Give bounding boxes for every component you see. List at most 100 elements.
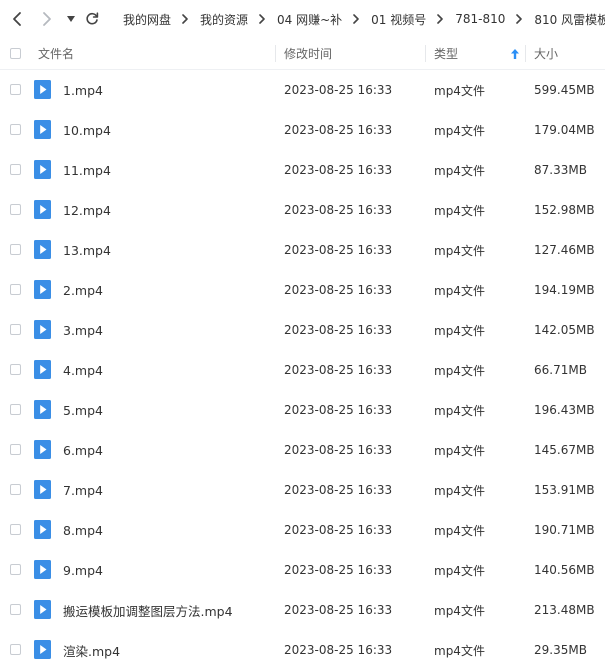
row-checkbox[interactable] bbox=[10, 484, 21, 495]
video-file-icon bbox=[34, 320, 51, 339]
table-row[interactable]: 7.mp4 2023-08-25 16:33 mp4文件 153.91MB bbox=[0, 470, 605, 510]
file-name[interactable]: 13.mp4 bbox=[63, 230, 111, 270]
table-row[interactable]: 2.mp4 2023-08-25 16:33 mp4文件 194.19MB bbox=[0, 270, 605, 310]
file-modified-time: 2023-08-25 16:33 bbox=[284, 323, 393, 337]
row-checkbox[interactable] bbox=[10, 524, 21, 535]
file-name[interactable]: 3.mp4 bbox=[63, 310, 103, 350]
file-modified-time: 2023-08-25 16:33 bbox=[284, 563, 393, 577]
breadcrumb-item[interactable]: 781-810 bbox=[443, 12, 505, 26]
breadcrumb-item[interactable]: 810 风雷模板+脚本 bbox=[522, 11, 605, 28]
row-checkbox[interactable] bbox=[10, 84, 21, 95]
table-row[interactable]: 5.mp4 2023-08-25 16:33 mp4文件 196.43MB bbox=[0, 390, 605, 430]
file-modified-time: 2023-08-25 16:33 bbox=[284, 603, 393, 617]
row-checkbox[interactable] bbox=[10, 244, 21, 255]
table-row[interactable]: 渲染.mp4 2023-08-25 16:33 mp4文件 29.35MB bbox=[0, 630, 605, 670]
file-name[interactable]: 10.mp4 bbox=[63, 110, 111, 150]
file-size: 87.33MB bbox=[534, 163, 587, 177]
file-modified-time: 2023-08-25 16:33 bbox=[284, 443, 393, 457]
table-row[interactable]: 9.mp4 2023-08-25 16:33 mp4文件 140.56MB bbox=[0, 550, 605, 590]
breadcrumb-separator-icon bbox=[505, 14, 523, 24]
video-file-icon bbox=[34, 280, 51, 299]
file-name[interactable]: 2.mp4 bbox=[63, 270, 103, 310]
row-checkbox[interactable] bbox=[10, 204, 21, 215]
file-modified-time: 2023-08-25 16:33 bbox=[284, 403, 393, 417]
video-file-icon bbox=[34, 120, 51, 139]
sort-ascending-icon[interactable] bbox=[511, 38, 519, 69]
video-file-icon bbox=[34, 560, 51, 579]
file-size: 213.48MB bbox=[534, 603, 595, 617]
column-header-name[interactable]: 文件名 bbox=[38, 38, 74, 69]
file-name[interactable]: 9.mp4 bbox=[63, 550, 103, 590]
file-size: 153.91MB bbox=[534, 483, 595, 497]
row-checkbox[interactable] bbox=[10, 364, 21, 375]
file-modified-time: 2023-08-25 16:33 bbox=[284, 363, 393, 377]
caret-down-icon bbox=[67, 16, 75, 22]
video-file-icon bbox=[34, 520, 51, 539]
table-row[interactable]: 12.mp4 2023-08-25 16:33 mp4文件 152.98MB bbox=[0, 190, 605, 230]
chevron-left-icon bbox=[13, 12, 21, 26]
breadcrumb-item[interactable]: 04 网赚~补 bbox=[265, 11, 342, 28]
column-divider[interactable] bbox=[425, 45, 426, 62]
column-header-size[interactable]: 大小 bbox=[534, 38, 558, 69]
column-divider[interactable] bbox=[525, 45, 526, 62]
history-dropdown-button[interactable] bbox=[64, 0, 78, 38]
refresh-button[interactable] bbox=[82, 0, 102, 38]
file-name[interactable]: 6.mp4 bbox=[63, 430, 103, 470]
file-name[interactable]: 4.mp4 bbox=[63, 350, 103, 390]
file-name[interactable]: 7.mp4 bbox=[63, 470, 103, 510]
file-name[interactable]: 5.mp4 bbox=[63, 390, 103, 430]
file-modified-time: 2023-08-25 16:33 bbox=[284, 243, 393, 257]
file-size: 127.46MB bbox=[534, 243, 595, 257]
row-checkbox[interactable] bbox=[10, 644, 21, 655]
row-checkbox[interactable] bbox=[10, 124, 21, 135]
breadcrumb-item[interactable]: 我的网盘 bbox=[111, 11, 171, 28]
breadcrumb-item[interactable]: 01 视频号 bbox=[359, 11, 426, 28]
file-name[interactable]: 12.mp4 bbox=[63, 190, 111, 230]
file-type: mp4文件 bbox=[434, 123, 485, 138]
breadcrumb-separator-icon bbox=[171, 14, 188, 24]
video-file-icon bbox=[34, 640, 51, 659]
table-row[interactable]: 10.mp4 2023-08-25 16:33 mp4文件 179.04MB bbox=[0, 110, 605, 150]
file-modified-time: 2023-08-25 16:33 bbox=[284, 283, 393, 297]
file-name[interactable]: 11.mp4 bbox=[63, 150, 111, 190]
table-row[interactable]: 4.mp4 2023-08-25 16:33 mp4文件 66.71MB bbox=[0, 350, 605, 390]
row-checkbox[interactable] bbox=[10, 404, 21, 415]
column-header-type[interactable]: 类型 bbox=[434, 38, 458, 69]
forward-button[interactable] bbox=[36, 0, 58, 38]
file-name[interactable]: 渲染.mp4 bbox=[63, 630, 120, 670]
refresh-icon bbox=[86, 12, 99, 25]
file-type: mp4文件 bbox=[434, 443, 485, 458]
row-checkbox[interactable] bbox=[10, 444, 21, 455]
table-row[interactable]: 3.mp4 2023-08-25 16:33 mp4文件 142.05MB bbox=[0, 310, 605, 350]
breadcrumb-item[interactable]: 我的资源 bbox=[188, 11, 248, 28]
video-file-icon bbox=[34, 200, 51, 219]
select-all-checkbox[interactable] bbox=[10, 48, 21, 59]
breadcrumb-separator-icon bbox=[248, 14, 265, 24]
back-button[interactable] bbox=[6, 0, 28, 38]
row-checkbox[interactable] bbox=[10, 564, 21, 575]
column-divider[interactable] bbox=[275, 45, 276, 62]
row-checkbox[interactable] bbox=[10, 284, 21, 295]
row-checkbox[interactable] bbox=[10, 604, 21, 615]
file-name[interactable]: 8.mp4 bbox=[63, 510, 103, 550]
row-checkbox[interactable] bbox=[10, 164, 21, 175]
table-row[interactable]: 6.mp4 2023-08-25 16:33 mp4文件 145.67MB bbox=[0, 430, 605, 470]
file-size: 599.45MB bbox=[534, 83, 595, 97]
table-row[interactable]: 8.mp4 2023-08-25 16:33 mp4文件 190.71MB bbox=[0, 510, 605, 550]
file-type: mp4文件 bbox=[434, 563, 485, 578]
file-type: mp4文件 bbox=[434, 523, 485, 538]
video-file-icon bbox=[34, 240, 51, 259]
file-size: 29.35MB bbox=[534, 643, 587, 657]
table-row[interactable]: 1.mp4 2023-08-25 16:33 mp4文件 599.45MB bbox=[0, 70, 605, 110]
file-name[interactable]: 1.mp4 bbox=[63, 70, 103, 110]
table-row[interactable]: 11.mp4 2023-08-25 16:33 mp4文件 87.33MB bbox=[0, 150, 605, 190]
file-modified-time: 2023-08-25 16:33 bbox=[284, 483, 393, 497]
file-size: 145.67MB bbox=[534, 443, 595, 457]
column-header-modified[interactable]: 修改时间 bbox=[284, 38, 332, 69]
table-row[interactable]: 13.mp4 2023-08-25 16:33 mp4文件 127.46MB bbox=[0, 230, 605, 270]
row-checkbox[interactable] bbox=[10, 324, 21, 335]
table-row[interactable]: 搬运模板加调整图层方法.mp4 2023-08-25 16:33 mp4文件 213.… bbox=[0, 590, 605, 630]
chevron-right-icon bbox=[43, 12, 51, 26]
file-name[interactable]: 搬运模板加调整图层方法.mp4 bbox=[63, 590, 233, 630]
file-size: 194.19MB bbox=[534, 283, 595, 297]
